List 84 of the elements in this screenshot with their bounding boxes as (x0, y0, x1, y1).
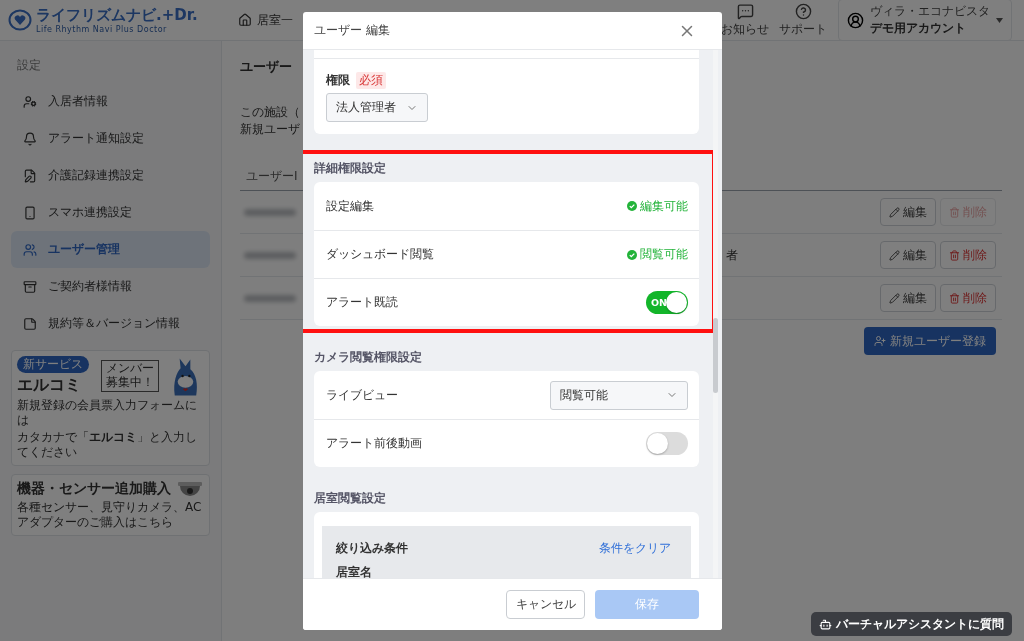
blurred-text (244, 208, 296, 216)
blurred-text (244, 251, 296, 259)
caret-icon (996, 17, 1003, 23)
setting-label: ダッシュボード閲覧 (326, 246, 434, 263)
sidebar-item[interactable]: 入居者情報 (11, 83, 210, 120)
setting-label: ライブビュー (326, 386, 398, 404)
clear-link[interactable]: 条件をクリア (599, 540, 671, 557)
status-label: 編集可能 (627, 197, 688, 215)
bell-icon (23, 131, 37, 146)
sidebar-heading: 設定 (16, 57, 42, 74)
blurred-text (244, 294, 296, 302)
description-text: 新規ユーザ (240, 121, 300, 138)
page-title: ユーザー (240, 58, 293, 76)
trash-icon (949, 249, 960, 261)
toggle-switch[interactable] (646, 432, 688, 455)
section-title: 詳細権限設定 (314, 161, 387, 175)
section-title: 居室閲覧設定 (314, 491, 387, 505)
cancel-button[interactable]: キャンセル (506, 590, 585, 619)
document-pen-icon (23, 168, 37, 183)
account-menu[interactable]: ヴィラ・エコナビスタ デモ用アカウント (838, 0, 1012, 41)
edit-button[interactable]: 編集 (880, 284, 936, 312)
setting-label: アラート既読 (326, 294, 398, 311)
smartphone-icon (23, 205, 37, 220)
select-field[interactable]: 法人管理者 (326, 93, 428, 122)
help-icon (794, 2, 812, 20)
promo-banner[interactable]: 機器・センサー追加購入 各種センサー、見守りカメラ、ACアダプターのご購入はこちら (11, 474, 210, 536)
scrollbar-thumb[interactable] (713, 318, 718, 393)
home-icon (238, 13, 252, 27)
sidebar-item[interactable]: 介護記録連携設定 (11, 157, 210, 194)
edit-button[interactable]: 編集 (880, 241, 936, 269)
header-button[interactable]: お知らせ (716, 2, 774, 38)
setting-label: 設定編集 (326, 197, 374, 215)
table-cell: 者 (726, 246, 738, 264)
add-user-icon (874, 335, 886, 347)
sidebar-item[interactable]: ご契約者様情報 (11, 268, 210, 305)
sign-text: メンバー募集中！ (101, 360, 159, 392)
sidebar-item[interactable]: ユーザー管理 (11, 231, 210, 268)
required-badge: 必須 (356, 72, 386, 89)
promo-banner[interactable]: 新サービス エルコミ メンバー募集中！ 新規登録の会員票入力フォームには カタカナで「エルコミ」と入力してください (11, 350, 210, 466)
field-label: 居室名 (336, 564, 373, 578)
robot-icon (819, 617, 832, 631)
pencil-icon (889, 206, 900, 218)
new-badge: 新サービス (17, 356, 89, 373)
logo-tagline: Life Rhythm Navi Plus Doctor (36, 25, 168, 34)
header-button[interactable]: サポート (774, 2, 832, 38)
banner-text: 各種センサー、見守りカメラ、ACアダプターのご購入はこちら (17, 500, 203, 530)
add-user-button[interactable]: 新規ユーザー登録 (864, 327, 996, 355)
filter-title: 絞り込み条件 (336, 540, 408, 557)
banner-title: 機器・センサー追加購入 (17, 480, 171, 498)
people-icon (23, 242, 37, 257)
trash-icon (949, 206, 960, 218)
delete-button[interactable]: 削除 (940, 241, 996, 269)
user-icon (847, 11, 864, 29)
logo-text: ライフリズムナビ.+Dr. (36, 6, 198, 25)
field-label: 権限 (326, 72, 350, 89)
assistant-button[interactable]: バーチャルアシスタントに質問 (811, 612, 1012, 636)
sidebar-item[interactable]: 規約等＆バージョン情報 (11, 305, 210, 342)
banner-text: 新規登録の会員票入力フォームには (17, 398, 198, 428)
check-circle-icon (627, 249, 637, 260)
trash-icon (949, 292, 960, 304)
dome-camera-icon (177, 481, 203, 497)
column-header: ユーザーI (246, 167, 298, 185)
nav-link[interactable]: 居室一 (238, 11, 293, 29)
section-title: カメラ閲覧権限設定 (314, 350, 423, 364)
person-gear-icon (23, 94, 37, 109)
edit-button[interactable]: 編集 (880, 198, 936, 226)
pencil-icon (889, 292, 900, 304)
sidebar-item[interactable]: スマホ連携設定 (11, 194, 210, 231)
delete-button[interactable]: 削除 (940, 284, 996, 312)
status-label: 閲覧可能 (627, 246, 688, 263)
sidebar-item[interactable]: アラート通知設定 (11, 120, 210, 157)
note-icon (23, 316, 37, 331)
check-circle-icon (627, 201, 637, 211)
setting-label: アラート前後動画 (326, 435, 422, 452)
banner-text: カタカナで「エルコミ」と入力してください (17, 430, 198, 460)
pencil-icon (889, 249, 900, 261)
archive-box-icon (23, 279, 37, 294)
toggle-switch[interactable]: ON (646, 291, 688, 314)
dialog-title: ユーザー 編集 (314, 22, 390, 39)
banner-title: エルコミ (17, 375, 81, 396)
chat-icon (736, 2, 754, 20)
select-field[interactable]: 閲覧可能 (550, 380, 688, 410)
description-text: この施設（ (240, 104, 300, 121)
logo-icon (8, 9, 32, 31)
